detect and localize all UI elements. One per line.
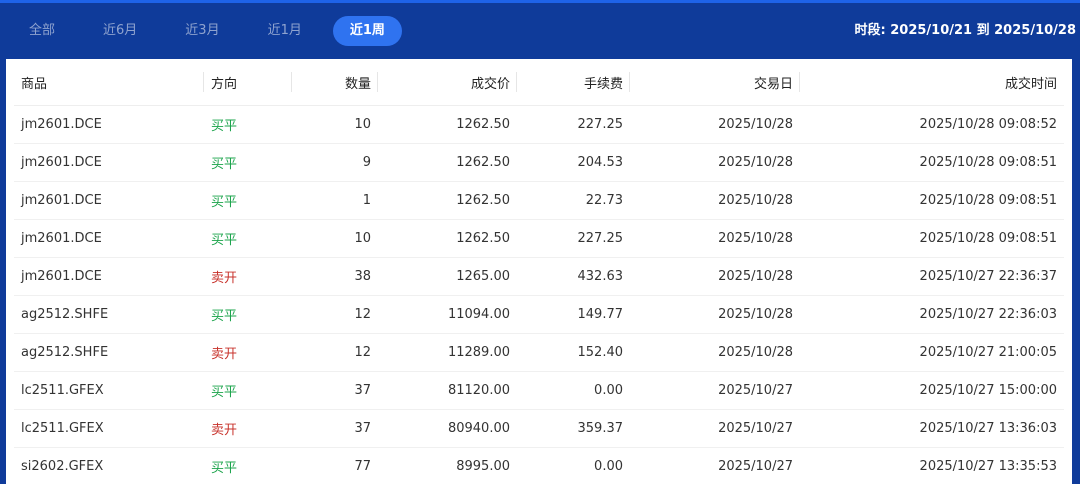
col-header-price: 成交价 <box>378 59 517 106</box>
cell-direction: 买平 <box>204 371 292 410</box>
cell-trade-day: 2025/10/28 <box>630 181 800 220</box>
cell-fee: 227.25 <box>517 219 630 258</box>
tab-1-week[interactable]: 近1周 <box>332 15 402 46</box>
period-range-text: 时段: 2025/10/21 到 2025/10/28 <box>854 23 1077 38</box>
cell-quantity: 10 <box>292 105 378 144</box>
table-header-row: 商品 方向 数量 成交价 手续费 交易日 成交时间 <box>14 59 1064 106</box>
cell-quantity: 12 <box>292 333 378 372</box>
table-row[interactable]: jm2601.DCE 买平 1 1262.50 22.73 2025/10/28 2025/… <box>14 181 1064 220</box>
cell-product: ag2512.SHFE <box>14 333 204 372</box>
filter-bar: 全部 近6月 近3月 近1月 近1周 时段: 2025/10/21 到 2025… <box>0 3 1080 58</box>
table-row[interactable]: jm2601.DCE 卖开 38 1265.00 432.63 2025/10/28 202… <box>14 257 1064 296</box>
col-header-fee: 手续费 <box>517 59 630 106</box>
cell-price: 1262.50 <box>378 219 517 258</box>
cell-product: lc2511.GFEX <box>14 371 204 410</box>
tab-all[interactable]: 全部 <box>12 16 72 46</box>
cell-product: jm2601.DCE <box>14 257 204 296</box>
cell-fee: 227.25 <box>517 105 630 144</box>
cell-price: 1265.00 <box>378 257 517 296</box>
col-header-direction: 方向 <box>204 59 292 106</box>
cell-quantity: 12 <box>292 295 378 334</box>
cell-trade-time: 2025/10/28 09:08:51 <box>800 219 1064 258</box>
cell-price: 11094.00 <box>378 295 517 334</box>
trades-table: 商品 方向 数量 成交价 手续费 交易日 成交时间 jm2601.DCE 买平 10… <box>14 59 1064 484</box>
cell-fee: 0.00 <box>517 371 630 410</box>
table-body: jm2601.DCE 买平 10 1262.50 227.25 2025/10/28 202… <box>14 105 1064 484</box>
cell-quantity: 37 <box>292 371 378 410</box>
table-row[interactable]: ag2512.SHFE 卖开 12 11289.00 152.40 2025/10/28 2… <box>14 333 1064 372</box>
cell-trade-time: 2025/10/27 21:00:05 <box>800 333 1064 372</box>
cell-direction: 卖开 <box>204 333 292 372</box>
col-header-trade-time: 成交时间 <box>800 59 1064 106</box>
cell-direction: 买平 <box>204 295 292 334</box>
cell-quantity: 77 <box>292 447 378 484</box>
cell-trade-day: 2025/10/28 <box>630 143 800 182</box>
table-row[interactable]: jm2601.DCE 买平 9 1262.50 204.53 2025/10/28 2025… <box>14 143 1064 182</box>
cell-trade-time: 2025/10/28 09:08:51 <box>800 181 1064 220</box>
cell-trade-day: 2025/10/28 <box>630 295 800 334</box>
cell-direction: 卖开 <box>204 409 292 448</box>
cell-price: 80940.00 <box>378 409 517 448</box>
cell-price: 1262.50 <box>378 105 517 144</box>
cell-product: jm2601.DCE <box>14 219 204 258</box>
cell-direction: 卖开 <box>204 257 292 296</box>
cell-fee: 432.63 <box>517 257 630 296</box>
table-row[interactable]: jm2601.DCE 买平 10 1262.50 227.25 2025/10/28 202… <box>14 105 1064 144</box>
cell-trade-time: 2025/10/27 13:35:53 <box>800 447 1064 484</box>
cell-quantity: 1 <box>292 181 378 220</box>
cell-direction: 买平 <box>204 447 292 484</box>
cell-fee: 204.53 <box>517 143 630 182</box>
tab-6-months[interactable]: 近6月 <box>86 16 154 46</box>
cell-price: 81120.00 <box>378 371 517 410</box>
col-header-quantity: 数量 <box>292 59 378 106</box>
cell-trade-time: 2025/10/28 09:08:52 <box>800 105 1064 144</box>
cell-trade-day: 2025/10/28 <box>630 105 800 144</box>
cell-trade-day: 2025/10/27 <box>630 447 800 484</box>
cell-trade-time: 2025/10/28 09:08:51 <box>800 143 1064 182</box>
cell-trade-time: 2025/10/27 13:36:03 <box>800 409 1064 448</box>
cell-price: 11289.00 <box>378 333 517 372</box>
cell-product: jm2601.DCE <box>14 105 204 144</box>
cell-trade-day: 2025/10/28 <box>630 219 800 258</box>
cell-fee: 152.40 <box>517 333 630 372</box>
table-row[interactable]: jm2601.DCE 买平 10 1262.50 227.25 2025/10/28 202… <box>14 219 1064 258</box>
col-header-trade-day: 交易日 <box>630 59 800 106</box>
cell-trade-time: 2025/10/27 15:00:00 <box>800 371 1064 410</box>
tab-1-month[interactable]: 近1月 <box>251 16 319 46</box>
cell-quantity: 38 <box>292 257 378 296</box>
table-row[interactable]: ag2512.SHFE 买平 12 11094.00 149.77 2025/10/28 2… <box>14 295 1064 334</box>
cell-trade-day: 2025/10/27 <box>630 371 800 410</box>
trades-panel: 商品 方向 数量 成交价 手续费 交易日 成交时间 jm2601.DCE 买平 10… <box>6 59 1072 484</box>
cell-fee: 149.77 <box>517 295 630 334</box>
tab-3-months[interactable]: 近3月 <box>168 16 236 46</box>
period-tabs: 全部 近6月 近3月 近1月 近1周 <box>0 15 416 46</box>
cell-direction: 买平 <box>204 219 292 258</box>
cell-product: si2602.GFEX <box>14 447 204 484</box>
cell-product: jm2601.DCE <box>14 181 204 220</box>
cell-product: jm2601.DCE <box>14 143 204 182</box>
cell-fee: 359.37 <box>517 409 630 448</box>
cell-fee: 22.73 <box>517 181 630 220</box>
cell-product: lc2511.GFEX <box>14 409 204 448</box>
col-header-product: 商品 <box>14 59 204 106</box>
cell-fee: 0.00 <box>517 447 630 484</box>
cell-price: 1262.50 <box>378 143 517 182</box>
cell-trade-day: 2025/10/27 <box>630 409 800 448</box>
cell-trade-time: 2025/10/27 22:36:37 <box>800 257 1064 296</box>
cell-quantity: 10 <box>292 219 378 258</box>
cell-direction: 买平 <box>204 105 292 144</box>
cell-price: 1262.50 <box>378 181 517 220</box>
table-row[interactable]: lc2511.GFEX 卖开 37 80940.00 359.37 2025/10/27 2… <box>14 409 1064 448</box>
cell-quantity: 37 <box>292 409 378 448</box>
cell-trade-day: 2025/10/28 <box>630 257 800 296</box>
cell-trade-time: 2025/10/27 22:36:03 <box>800 295 1064 334</box>
cell-direction: 买平 <box>204 181 292 220</box>
cell-price: 8995.00 <box>378 447 517 484</box>
table-row[interactable]: si2602.GFEX 买平 77 8995.00 0.00 2025/10/27 2025… <box>14 447 1064 484</box>
cell-quantity: 9 <box>292 143 378 182</box>
cell-product: ag2512.SHFE <box>14 295 204 334</box>
cell-direction: 买平 <box>204 143 292 182</box>
table-row[interactable]: lc2511.GFEX 买平 37 81120.00 0.00 2025/10/27 202… <box>14 371 1064 410</box>
cell-trade-day: 2025/10/28 <box>630 333 800 372</box>
